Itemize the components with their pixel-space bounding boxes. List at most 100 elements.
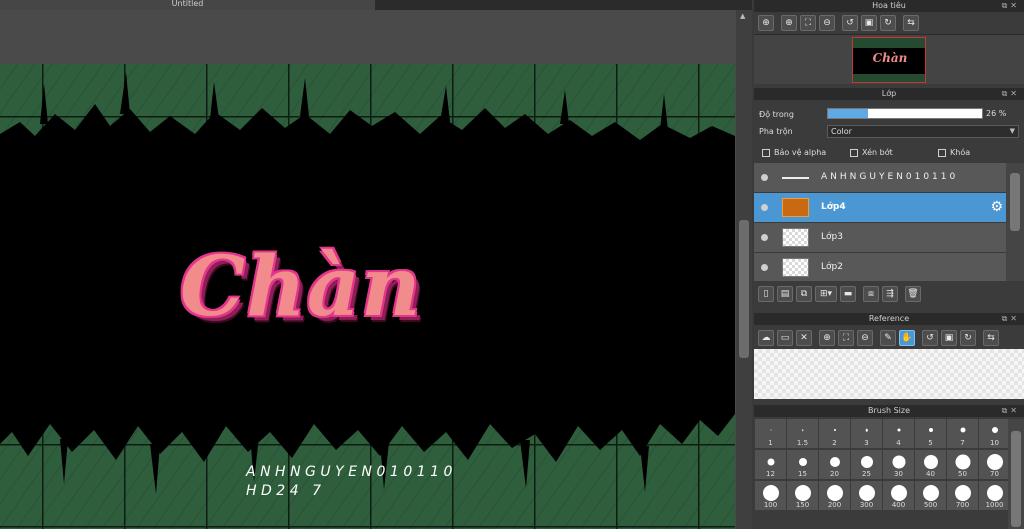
brush-size-item[interactable]: 7 <box>947 419 978 448</box>
brush-size-item[interactable]: 5 <box>915 419 946 448</box>
rotate-left-icon[interactable]: ↺ <box>922 330 938 346</box>
add-layer-menu-icon[interactable]: ⊞▾ <box>815 286 837 302</box>
brush-size-label: 70 <box>990 470 999 478</box>
new-vector-layer-icon[interactable]: ▤ <box>777 286 793 302</box>
brush-size-item[interactable]: 1000 <box>979 481 1010 510</box>
opacity-value: 26 % <box>986 109 1007 118</box>
brush-size-item[interactable]: 50 <box>947 450 978 479</box>
eyedropper-icon[interactable]: ✎ <box>880 330 896 346</box>
fit-icon[interactable]: ⛶ <box>838 330 854 346</box>
clipping-checkbox[interactable]: Xén bớt <box>850 148 893 157</box>
brush-size-label: 25 <box>862 470 871 478</box>
brush-size-label: 12 <box>766 470 775 478</box>
merge-down-icon[interactable]: ⧈ <box>863 286 879 302</box>
brush-dot-icon <box>860 456 873 468</box>
document-tab[interactable]: Untitled <box>0 0 375 10</box>
panel-controls-icon[interactable]: ⧉✕ <box>1002 88 1020 100</box>
brush-size-item[interactable]: 1.5 <box>787 419 818 448</box>
brush-size-item[interactable]: 150 <box>787 481 818 510</box>
scroll-up-icon[interactable]: ▲ <box>740 12 745 20</box>
protect-alpha-checkbox[interactable]: Bảo vệ alpha <box>762 148 826 157</box>
brush-size-item[interactable]: 12 <box>755 450 786 479</box>
brush-size-item[interactable]: 20 <box>819 450 850 479</box>
canvas-scroll-thumb[interactable] <box>739 220 749 358</box>
brush-size-item[interactable]: 500 <box>915 481 946 510</box>
layer-row[interactable]: Lớp3 <box>754 223 1006 253</box>
zoom-out-icon[interactable]: ⊖ <box>857 330 873 346</box>
zoom-in-icon[interactable]: ⊕ <box>819 330 835 346</box>
brush-dot-icon <box>801 429 804 431</box>
opacity-slider[interactable] <box>827 108 983 119</box>
zoom-in-icon[interactable]: ⊕ <box>781 15 797 31</box>
duplicate-layer-icon[interactable]: ⧉ <box>796 286 812 302</box>
layer-row[interactable]: Lớp4 ⚙ <box>754 193 1006 223</box>
layer-title: Lớp <box>881 89 897 98</box>
canvas-area[interactable]: Untitled Chàn ANHNGUYEN010110 HD24 7 ▲ <box>0 0 752 529</box>
navigator-thumbnail-text: Chàn <box>872 51 908 65</box>
brush-size-item[interactable]: 700 <box>947 481 978 510</box>
layer-scrollbar[interactable] <box>1006 163 1024 281</box>
panel-controls-icon[interactable]: ⧉✕ <box>1002 405 1020 417</box>
rotate-right-icon[interactable]: ↻ <box>960 330 976 346</box>
zoom-out-icon[interactable]: ⊖ <box>819 15 835 31</box>
brush-size-item[interactable]: 100 <box>755 481 786 510</box>
brush-size-label: 15 <box>798 470 807 478</box>
visibility-icon[interactable] <box>761 234 768 241</box>
brush-size-item[interactable]: 15 <box>787 450 818 479</box>
brush-size-item[interactable]: 40 <box>915 450 946 479</box>
brush-size-label: 1000 <box>985 501 1004 509</box>
transfer-icon[interactable]: ⇶ <box>882 286 898 302</box>
brush-dot-icon <box>928 428 933 432</box>
hand-icon[interactable]: ✋ <box>899 330 915 346</box>
brush-size-item[interactable]: 4 <box>883 419 914 448</box>
layer-row[interactable]: Lớp2 <box>754 253 1006 281</box>
close-icon[interactable]: ✕ <box>796 330 812 346</box>
reference-panel: Reference ⧉✕ ☁ ▭ ✕ ⊕ ⛶ ⊖ ✎ ✋ ↺ ▣ ↻ ⇆ <box>754 313 1024 401</box>
canvas-vertical-scrollbar[interactable]: ▲ <box>736 10 752 529</box>
layer-name: Lớp2 <box>821 262 843 272</box>
visibility-icon[interactable] <box>761 204 768 211</box>
gear-icon[interactable]: ⚙ <box>990 199 1003 215</box>
lock-checkbox[interactable]: Khóa <box>938 148 970 157</box>
brush-size-item[interactable]: 3 <box>851 419 882 448</box>
open-folder-icon[interactable]: ▭ <box>777 330 793 346</box>
brush-size-scrollbar[interactable] <box>1008 419 1024 529</box>
fit-icon[interactable]: ⛶ <box>800 15 816 31</box>
brush-size-label: 1 <box>768 439 773 447</box>
flip-icon[interactable]: ⇆ <box>903 15 919 31</box>
visibility-icon[interactable] <box>761 264 768 271</box>
brush-size-item[interactable]: 70 <box>979 450 1010 479</box>
layer-row[interactable]: ANHNGUYEN010110 <box>754 163 1006 193</box>
brush-size-item[interactable]: 200 <box>819 481 850 510</box>
new-layer-icon[interactable]: ▯ <box>758 286 774 302</box>
zoom-in-icon[interactable]: ⊕ <box>758 15 774 31</box>
brush-size-item[interactable]: 25 <box>851 450 882 479</box>
visibility-icon[interactable] <box>761 174 768 181</box>
layer-list[interactable]: ANHNGUYEN010110 Lớp4 ⚙ Lớp3 Lớp2 <box>754 163 1024 281</box>
cloud-icon[interactable]: ☁ <box>758 330 774 346</box>
brush-size-item[interactable]: 30 <box>883 450 914 479</box>
brush-size-item[interactable]: 300 <box>851 481 882 510</box>
flip-icon[interactable]: ⇆ <box>983 330 999 346</box>
layer-scroll-thumb[interactable] <box>1010 173 1020 231</box>
rotate-right-icon[interactable]: ↻ <box>880 15 896 31</box>
actual-size-icon[interactable]: ▣ <box>861 15 877 31</box>
brush-dot-icon <box>954 485 971 501</box>
brush-size-item[interactable]: 1 <box>755 419 786 448</box>
brush-size-item[interactable]: 400 <box>883 481 914 510</box>
rotate-left-icon[interactable]: ↺ <box>842 15 858 31</box>
brush-size-item[interactable]: 2 <box>819 419 850 448</box>
panel-controls-icon[interactable]: ⧉✕ <box>1002 0 1020 12</box>
folder-icon[interactable]: ▬ <box>840 286 856 302</box>
blend-mode-select[interactable]: Color ▼ <box>827 125 1019 138</box>
reference-canvas[interactable] <box>754 349 1024 399</box>
actual-size-icon[interactable]: ▣ <box>941 330 957 346</box>
drawing-canvas[interactable]: Chàn ANHNGUYEN010110 HD24 7 <box>0 64 735 529</box>
layer-thumbnail <box>782 198 809 217</box>
brush-size-item[interactable]: 10 <box>979 419 1010 448</box>
navigator-preview[interactable]: Chàn <box>754 34 1024 84</box>
panel-controls-icon[interactable]: ⧉✕ <box>1002 313 1020 325</box>
trash-icon[interactable]: 🗑 <box>905 286 921 302</box>
navigator-thumbnail[interactable]: Chàn <box>852 37 926 83</box>
brush-size-scroll-thumb[interactable] <box>1011 431 1021 527</box>
